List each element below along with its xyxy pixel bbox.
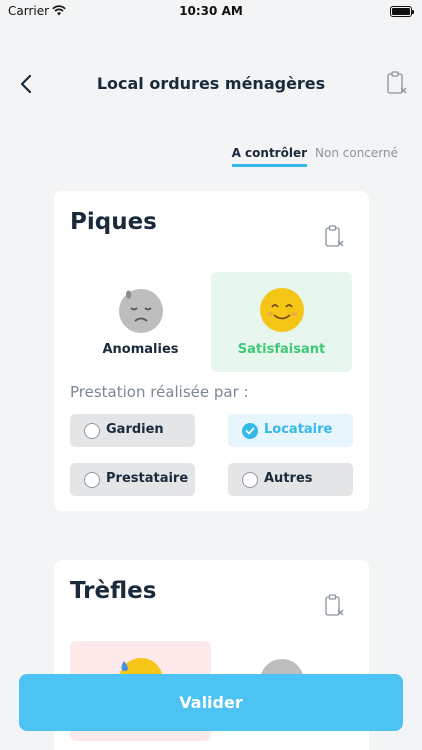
radio-label: Autres [264,471,313,486]
card-title: Trèfles [70,578,157,604]
sad-face-icon [119,289,163,333]
radio-circle-icon [84,472,100,488]
check-circle-icon [242,423,258,439]
clipboard-x-button[interactable] [325,594,345,618]
clipboard-x-icon [325,225,344,247]
tab-bar: A contrôler Non concerné [231,146,398,167]
nav-bar: Local ordures ménagères [0,60,422,108]
option-anomalies[interactable]: Anomalies [70,272,211,372]
option-label: Satisfaisant [237,342,326,357]
battery-icon [390,6,414,17]
card-title: Piques [70,209,157,235]
radio-circle-icon [84,423,100,439]
radio-label: Locataire [264,422,333,437]
radio-label: Gardien [106,422,164,437]
submit-button[interactable]: Valider [19,674,403,731]
radio-gardien[interactable]: Gardien [70,414,195,447]
radio-label: Prestataire [106,471,189,486]
page-title: Local ordures ménagères [96,74,326,93]
happy-face-icon [260,288,304,332]
radio-locataire[interactable]: Locataire [228,414,353,447]
clock: 10:30 AM [179,4,243,18]
status-bar: Carrier 10:30 AM [0,0,422,24]
option-satisfaisant[interactable]: Satisfaisant [211,272,352,372]
clipboard-x-button[interactable] [325,225,345,249]
control-card-piques: Piques Anomalies Satisfaisant Prestation… [54,191,369,511]
tab-a-controler[interactable]: A contrôler [231,146,308,167]
clipboard-x-icon [387,71,407,94]
radio-circle-icon [242,472,258,488]
clipboard-x-icon [325,594,344,616]
option-label: Anomalies [102,342,179,357]
clipboard-x-button[interactable] [386,70,408,96]
radio-prestataire[interactable]: Prestataire [70,463,195,496]
tab-non-concerne[interactable]: Non concerné [315,146,398,167]
prestation-label: Prestation réalisée par : [70,383,249,401]
radio-autres[interactable]: Autres [228,463,353,496]
